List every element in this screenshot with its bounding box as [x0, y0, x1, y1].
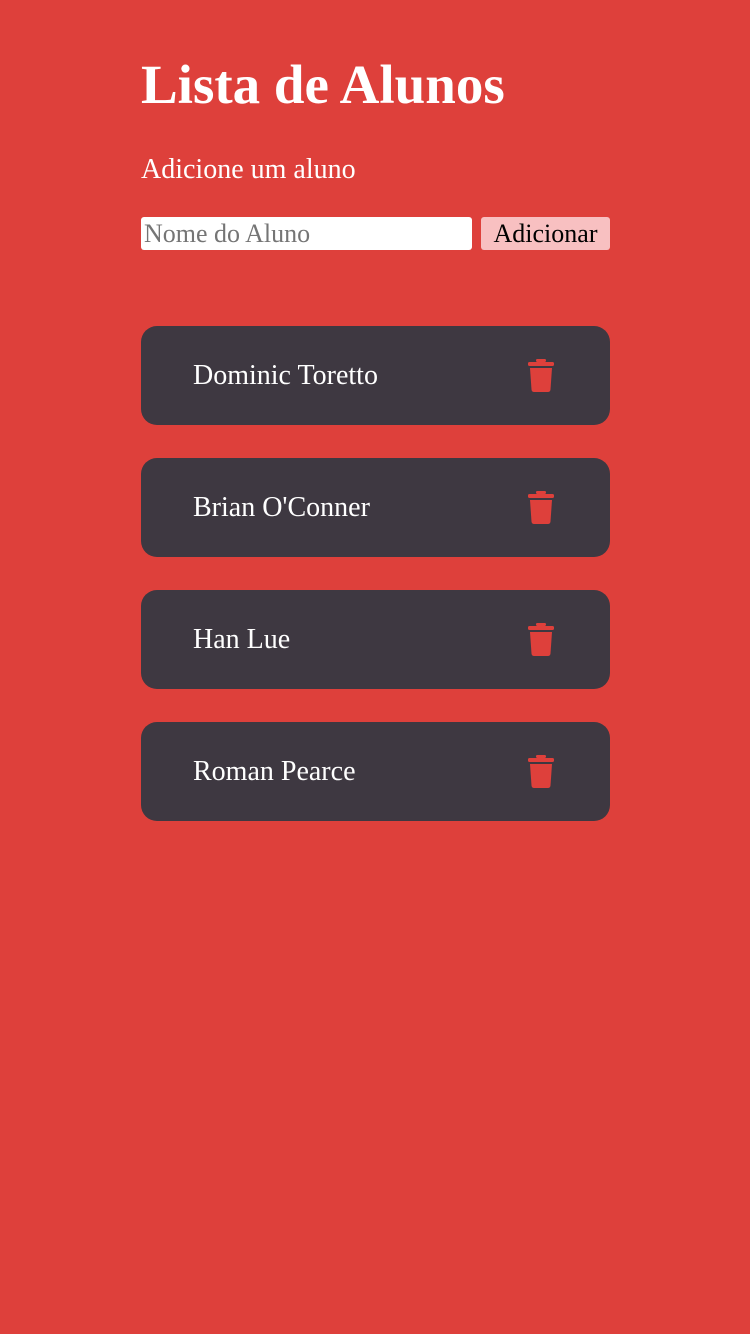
student-card: Han Lue: [141, 590, 610, 689]
student-name: Brian O'Conner: [193, 492, 370, 523]
student-list: Dominic Toretto Brian O'Conner Han Lue R…: [141, 326, 610, 854]
page-title: Lista de Alunos: [141, 54, 505, 115]
student-card: Roman Pearce: [141, 722, 610, 821]
delete-student-button[interactable]: [528, 755, 554, 788]
student-card: Brian O'Conner: [141, 458, 610, 557]
student-name-input[interactable]: [141, 217, 472, 250]
student-name: Dominic Toretto: [193, 360, 378, 391]
student-card: Dominic Toretto: [141, 326, 610, 425]
student-name: Han Lue: [193, 624, 291, 655]
delete-student-button[interactable]: [528, 623, 554, 656]
student-name: Roman Pearce: [193, 756, 356, 787]
trash-icon: [528, 755, 554, 788]
trash-icon: [528, 623, 554, 656]
add-student-form: Adicionar: [141, 217, 610, 250]
section-subtitle: Adicione um aluno: [141, 154, 356, 185]
delete-student-button[interactable]: [528, 491, 554, 524]
add-student-button[interactable]: Adicionar: [481, 217, 610, 250]
trash-icon: [528, 491, 554, 524]
delete-student-button[interactable]: [528, 359, 554, 392]
trash-icon: [528, 359, 554, 392]
